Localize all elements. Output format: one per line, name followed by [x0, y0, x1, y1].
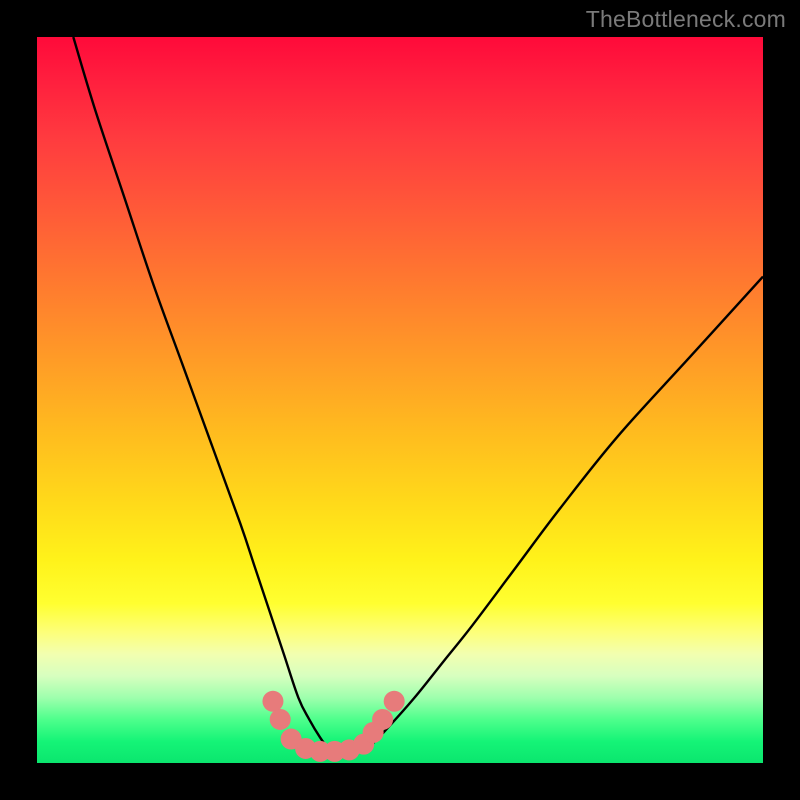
plot-area — [37, 37, 763, 763]
bottleneck-curve — [37, 37, 763, 763]
highlight-dot — [384, 691, 405, 712]
watermark-text: TheBottleneck.com — [586, 6, 786, 33]
highlight-dot — [262, 691, 283, 712]
bottleneck-curve-path — [73, 37, 763, 754]
chart-frame: TheBottleneck.com — [0, 0, 800, 800]
highlight-dot — [372, 709, 393, 730]
highlight-dot — [270, 709, 291, 730]
